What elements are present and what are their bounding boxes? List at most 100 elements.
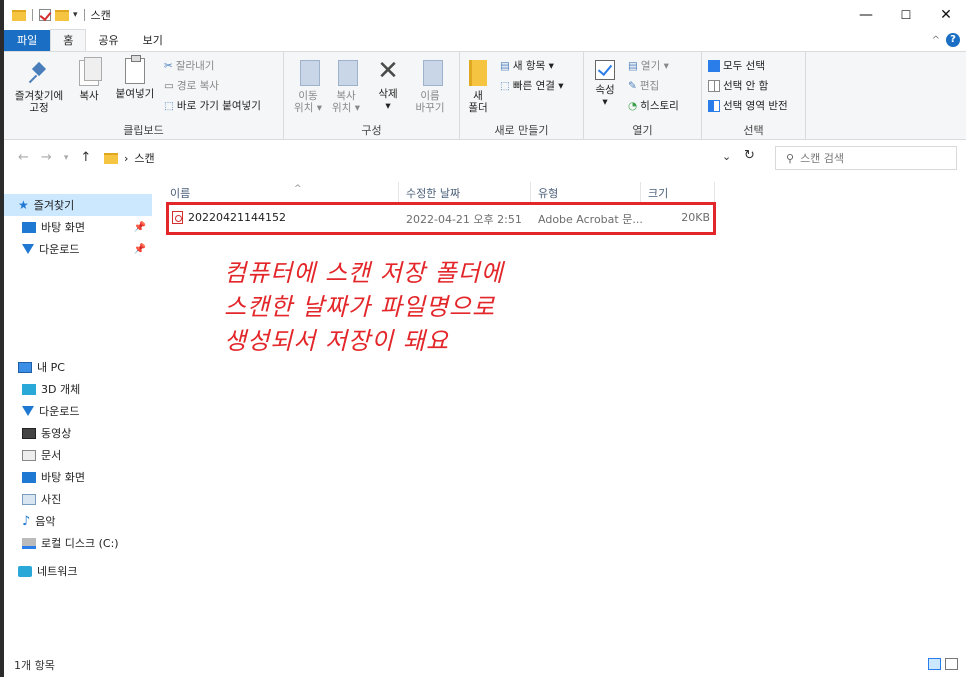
clipboard-group: 즐겨찾기에 고정 복사 붙여넣기 ✂ 잘라내기 ▭ 경로 복사 ⬚ 바로 가기: [4, 52, 284, 140]
address-bar[interactable]: › 스캔: [104, 146, 724, 170]
details-view-icon[interactable]: [928, 658, 941, 670]
cube-icon: [22, 383, 36, 395]
cut-button[interactable]: ✂ 잘라내기: [164, 58, 214, 73]
edit-button[interactable]: ✎ 편집: [628, 78, 659, 93]
column-header-type[interactable]: 유형: [538, 182, 644, 204]
address-dropdown-chevron-icon[interactable]: ⌄: [722, 150, 731, 163]
recent-chevron-icon[interactable]: ▾: [64, 150, 69, 165]
edit-label: 편집: [639, 80, 660, 92]
nav-quick-access[interactable]: ★ 즐겨찾기: [4, 194, 152, 216]
select-none-button[interactable]: 선택 안 함: [708, 78, 768, 93]
easy-access-button[interactable]: ⬚ 빠른 연결 ▾: [500, 78, 564, 93]
tab-file[interactable]: 파일: [4, 30, 51, 51]
easy-access-label: 빠른 연결 ▾: [512, 80, 564, 92]
back-arrow-icon[interactable]: ←: [18, 150, 29, 165]
paste-shortcut-button[interactable]: ⬚ 바로 가기 붙여넣기: [164, 98, 261, 113]
search-placeholder: 스캔 검색: [800, 152, 845, 165]
breadcrumb-current[interactable]: 스캔: [134, 150, 154, 166]
copy-to-button[interactable]: 복사 위치 ▾: [328, 60, 364, 114]
customize-chevron-icon[interactable]: ▾: [73, 10, 78, 20]
nav-label: 바탕 화면: [41, 221, 85, 234]
nav-buttons: ← → ▾ ↑: [18, 150, 91, 165]
large-icons-view-icon[interactable]: [945, 658, 958, 670]
new-folder-icon[interactable]: [55, 9, 69, 21]
title-bar: ▾ 스캔 — ☐ ✕: [4, 0, 966, 30]
close-button[interactable]: ✕: [926, 0, 966, 30]
nav-network[interactable]: 네트워크: [4, 560, 152, 582]
column-divider[interactable]: [714, 182, 715, 204]
nav-downloads[interactable]: 다운로드: [4, 400, 152, 422]
column-header-size[interactable]: 크기: [648, 182, 712, 204]
navigation-pane: ★ 즐겨찾기 바탕 화면 📌 다운로드 📌 내 PC 3D 개체 다운로드 동영…: [4, 180, 152, 650]
invert-selection-icon: [708, 99, 720, 112]
history-icon: ◔: [628, 99, 638, 112]
nav-pictures[interactable]: 사진: [4, 488, 152, 510]
delete-x-icon: ✕: [377, 56, 399, 86]
nav-label: 로컬 디스크 (C:): [41, 537, 119, 550]
history-button[interactable]: ◔ 히스토리: [628, 98, 679, 113]
copy-button[interactable]: 복사: [74, 57, 104, 102]
pc-monitor-icon: [18, 361, 32, 373]
tab-home[interactable]: 홈: [50, 29, 87, 51]
column-header-name[interactable]: 이름 ^: [170, 182, 398, 204]
nav-3d-objects[interactable]: 3D 개체: [4, 378, 152, 400]
nav-videos[interactable]: 동영상: [4, 422, 152, 444]
maximize-button[interactable]: ☐: [886, 0, 926, 30]
nav-this-pc[interactable]: 내 PC: [4, 356, 152, 378]
quick-access-toolbar: ▾: [4, 9, 87, 21]
open-button[interactable]: ▤ 열기 ▾: [628, 58, 669, 73]
tab-share[interactable]: 공유: [86, 31, 130, 51]
delete-button[interactable]: ✕ 삭제 ▾: [370, 58, 406, 112]
path-icon: ▭: [164, 79, 174, 92]
nav-music[interactable]: ♪ 음악: [4, 510, 152, 532]
item-count: 1개 항목: [14, 658, 55, 672]
select-all-button[interactable]: 모두 선택: [708, 58, 765, 73]
column-divider[interactable]: [640, 182, 641, 204]
properties-label-2: ▾: [602, 96, 608, 108]
column-divider[interactable]: [530, 182, 531, 204]
paste-shortcut-label: 바로 가기 붙여넣기: [176, 100, 261, 112]
new-item-button[interactable]: ▤ 새 항목 ▾: [500, 58, 554, 73]
nav-label: 동영상: [41, 427, 72, 440]
nav-desktop[interactable]: 바탕 화면: [4, 466, 152, 488]
rename-label: 이름: [420, 90, 440, 102]
new-folder-button[interactable]: 새 폴더: [464, 60, 492, 114]
select-group: 모두 선택 선택 안 함 선택 영역 반전 선택: [702, 52, 806, 140]
select-all-icon: [708, 59, 720, 72]
new-group: 새 폴더 ▤ 새 항목 ▾ ⬚ 빠른 연결 ▾ 새로 만들기: [460, 52, 584, 140]
search-box[interactable]: ⚲ 스캔 검색: [775, 146, 957, 170]
up-arrow-icon[interactable]: ↑: [80, 150, 91, 165]
rename-button[interactable]: 이름 바꾸기: [410, 60, 450, 114]
paste-button[interactable]: 붙여넣기: [110, 55, 160, 100]
help-icon[interactable]: ?: [946, 33, 960, 47]
refresh-icon[interactable]: ↻: [744, 148, 755, 163]
forward-arrow-icon[interactable]: →: [41, 150, 52, 165]
nav-quick-desktop[interactable]: 바탕 화면 📌: [4, 216, 152, 238]
copyto-label-2: 위치 ▾: [332, 102, 360, 114]
pinned-icon: 📌: [133, 221, 146, 233]
annotation-line-1: 컴퓨터에 스캔 저장 폴더에: [224, 259, 504, 287]
invert-selection-button[interactable]: 선택 영역 반전: [708, 98, 788, 113]
copy-to-icon: [334, 60, 358, 86]
copy-path-button[interactable]: ▭ 경로 복사: [164, 78, 219, 93]
properties-label: 속성: [595, 84, 615, 96]
search-icon: ⚲: [786, 151, 795, 165]
pin-quick-access-button[interactable]: 즐겨찾기에 고정: [8, 62, 70, 114]
nav-local-disk[interactable]: 로컬 디스크 (C:): [4, 532, 152, 554]
nav-documents[interactable]: 문서: [4, 444, 152, 466]
status-bar: 1개 항목: [4, 652, 966, 677]
ribbon-home: 즐겨찾기에 고정 복사 붙여넣기 ✂ 잘라내기 ▭ 경로 복사 ⬚ 바로 가기: [4, 52, 966, 140]
clipboard-group-label: 클립보드: [123, 124, 164, 137]
tab-view[interactable]: 보기: [131, 31, 175, 51]
folder-icon: [12, 9, 26, 21]
collapse-ribbon-chevron-icon[interactable]: ^: [932, 35, 940, 46]
rename-label-2: 바꾸기: [415, 102, 445, 114]
organize-group: 이동 위치 ▾ 복사 위치 ▾ ✕ 삭제 ▾ 이름 바꾸기 구성: [284, 52, 460, 140]
move-to-button[interactable]: 이동 위치 ▾: [290, 60, 326, 114]
properties-check-icon[interactable]: [39, 9, 51, 21]
minimize-button[interactable]: —: [846, 0, 886, 30]
properties-button[interactable]: 속성 ▾: [590, 60, 620, 108]
column-header-modified[interactable]: 수정한 날짜: [406, 182, 532, 204]
column-divider[interactable]: [398, 182, 399, 204]
nav-quick-downloads[interactable]: 다운로드 📌: [4, 238, 152, 260]
